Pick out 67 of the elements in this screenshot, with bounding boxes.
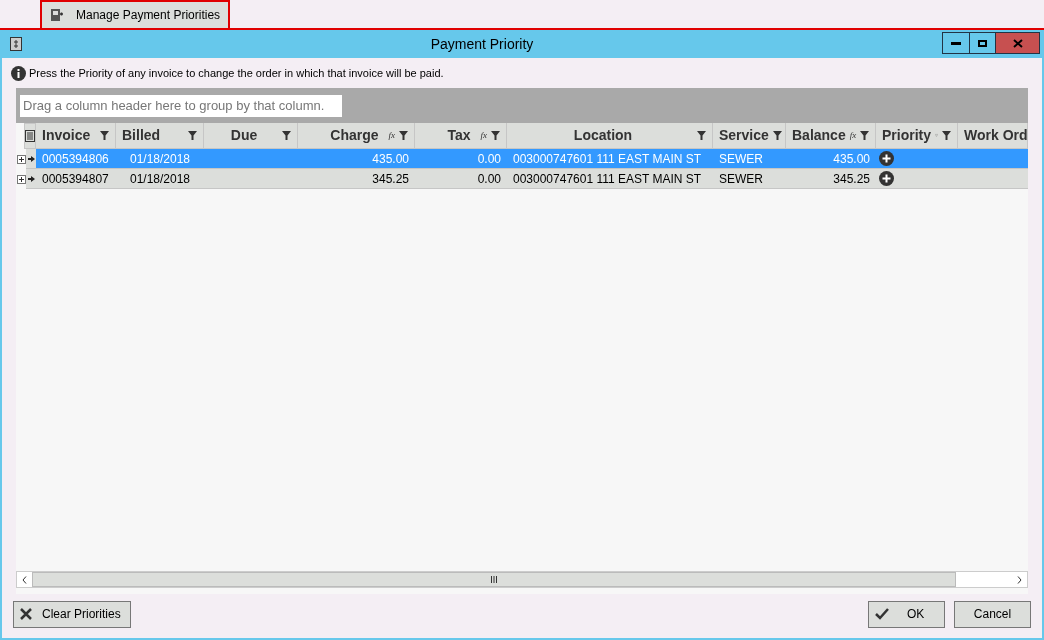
scroll-right-icon[interactable] xyxy=(1017,575,1022,584)
window-title: Payment Priority xyxy=(429,34,535,54)
scrollbar-thumb[interactable] xyxy=(32,572,956,587)
horizontal-scrollbar[interactable] xyxy=(16,571,1028,588)
app-icon xyxy=(10,37,22,51)
cancel-button[interactable]: Cancel xyxy=(954,600,1031,628)
grip-icon xyxy=(491,576,497,583)
checkmark-icon xyxy=(875,608,889,620)
table-cell-text: SEWER xyxy=(719,150,764,168)
group-by-field[interactable]: Drag a column header here to group by that column. xyxy=(20,94,342,117)
column-header[interactable]: Tax fx xyxy=(415,123,507,149)
row-indicator[interactable] xyxy=(26,149,36,169)
table-cell-text: 345.25 xyxy=(371,170,409,188)
filter-icon[interactable] xyxy=(860,131,870,140)
column-header[interactable]: Balance fx xyxy=(786,123,876,149)
column-header[interactable]: Work Ord xyxy=(958,123,1028,149)
table-cell-text: 345.25 xyxy=(832,170,870,188)
table-cell-text: SEWER xyxy=(719,170,764,188)
table-cell-text: 0005394806 xyxy=(42,150,110,168)
formula-icon[interactable]: fx xyxy=(388,128,395,143)
column-chooser[interactable] xyxy=(24,123,36,149)
table-cell-text: 435.00 xyxy=(371,150,409,168)
add-priority-icon[interactable] xyxy=(879,151,894,166)
column-header[interactable]: Billed xyxy=(116,123,204,149)
column-header[interactable]: Charge fx xyxy=(298,123,415,149)
expand-button[interactable] xyxy=(16,154,26,164)
table-cell-text: 0.00 xyxy=(476,170,501,188)
expand-button[interactable] xyxy=(16,174,26,184)
column-header[interactable]: Due xyxy=(204,123,298,149)
close-icon xyxy=(20,608,32,620)
column-header[interactable]: Priority xyxy=(876,123,958,149)
table-cell-text: 003000747601 111 EAST MAIN ST xyxy=(513,150,703,168)
column-header[interactable]: Invoice xyxy=(36,123,116,149)
table-cell-text: 003000747601 111 EAST MAIN ST xyxy=(513,170,703,188)
ok-button[interactable]: OK xyxy=(868,600,945,628)
table-cell-text: 0.00 xyxy=(476,150,501,168)
filter-icon[interactable] xyxy=(282,131,291,140)
document-icon xyxy=(50,8,64,22)
info-icon xyxy=(11,65,26,81)
close-button[interactable] xyxy=(996,32,1040,54)
info-text: Press the Priority of any invoice to change the order in which that invoice will be paid. xyxy=(29,65,444,81)
clear-priorities-button[interactable]: Clear Priorities xyxy=(13,600,131,628)
column-header[interactable]: Location xyxy=(507,123,713,149)
filter-icon[interactable] xyxy=(491,131,500,140)
column-header[interactable]: Service xyxy=(713,123,786,149)
formula-icon[interactable]: fx xyxy=(849,128,857,143)
close-icon xyxy=(1012,38,1023,48)
add-priority-icon[interactable] xyxy=(879,171,894,186)
filter-icon[interactable] xyxy=(399,131,408,140)
scroll-left-icon[interactable] xyxy=(22,575,27,584)
table-cell-text: 0005394807 xyxy=(42,170,110,188)
filter-icon[interactable] xyxy=(188,131,197,140)
filter-icon[interactable] xyxy=(942,131,951,140)
filter-icon[interactable] xyxy=(100,131,109,140)
list-icon xyxy=(25,130,35,142)
table-cell-text: 01/18/2018 xyxy=(128,170,192,188)
table-row[interactable]: 0005394807 01/18/2018 345.25 0.00 003000747601 111 EAST MAIN ST SEWER 345.25 xyxy=(36,169,1028,189)
row-indicator[interactable] xyxy=(26,169,36,189)
filter-icon[interactable] xyxy=(697,131,706,140)
table-cell-text: 435.00 xyxy=(832,150,870,168)
formula-icon[interactable]: fx xyxy=(480,128,487,143)
arrow-icon xyxy=(27,155,35,162)
manage-priorities-button[interactable]: Manage Payment Priorities xyxy=(40,0,231,30)
minimize-button[interactable] xyxy=(942,32,970,54)
table-cell-text: 01/18/2018 xyxy=(128,150,192,168)
filter-icon[interactable] xyxy=(772,131,782,140)
arrow-icon xyxy=(27,175,35,182)
